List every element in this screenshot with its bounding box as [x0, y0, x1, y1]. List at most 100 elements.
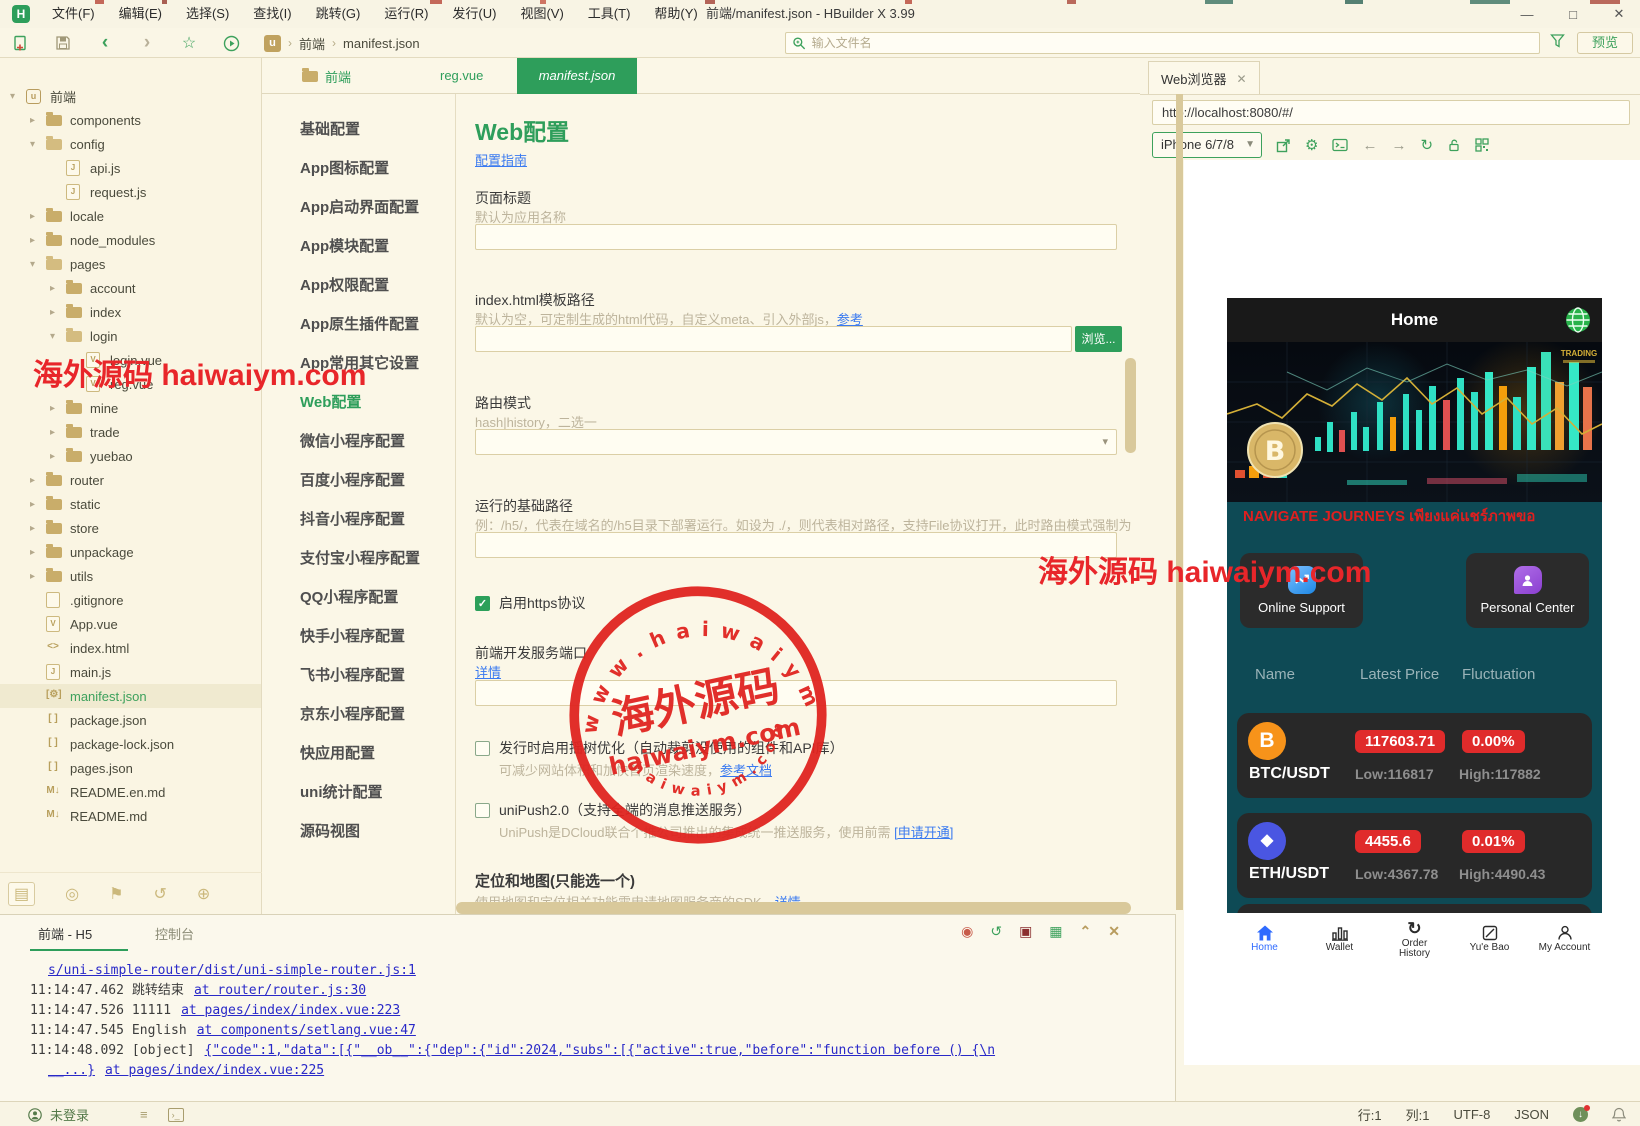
back-icon[interactable]: ‹	[96, 34, 114, 52]
debug-icon[interactable]: ◉	[961, 923, 973, 940]
banner-image[interactable]: B TRADING	[1227, 342, 1602, 502]
chevron-right-icon[interactable]: ▸	[50, 283, 66, 294]
chevron-down-icon[interactable]: ▾	[10, 91, 26, 102]
nav-app-modules[interactable]: App模块配置	[262, 227, 455, 266]
tree-item-folder[interactable]: ▸utils	[0, 564, 261, 588]
clear-icon[interactable]: ✕	[1108, 923, 1120, 940]
console-icon[interactable]	[1332, 138, 1348, 152]
chevron-right-icon[interactable]: ▸	[30, 571, 46, 582]
encoding[interactable]: UTF-8	[1453, 1107, 1490, 1122]
tree-item-folder[interactable]: ▸static	[0, 492, 261, 516]
files-icon[interactable]: ▤	[8, 882, 35, 906]
tree-item-folder[interactable]: ▸router	[0, 468, 261, 492]
tree-item-folder[interactable]: ▸node_modules	[0, 228, 261, 252]
editor-vertical-scrollbar[interactable]	[1125, 358, 1136, 453]
nav-feishu-mp[interactable]: 飞书小程序配置	[262, 656, 455, 695]
nav-base-config[interactable]: 基础配置	[262, 110, 455, 149]
source-link[interactable]: at router/router.js:30	[194, 983, 366, 998]
search-input[interactable]	[812, 36, 1533, 50]
tab-home[interactable]: Home	[1227, 913, 1302, 965]
menu-publish[interactable]: 发行(U)	[440, 0, 508, 28]
tab-reg-vue[interactable]: reg.vue	[440, 58, 483, 94]
announcement-marquee[interactable]: NAVIGATE JOURNEYS เพียงแค่แชร์ภาพขอ	[1227, 502, 1602, 532]
tree-item-folder[interactable]: ▸locale	[0, 204, 261, 228]
chevron-right-icon[interactable]: ▸	[50, 451, 66, 462]
nav-baidu-mp[interactable]: 百度小程序配置	[262, 461, 455, 500]
tree-item-folder[interactable]: ▸unpackage	[0, 540, 261, 564]
tab-manifest-json-active[interactable]: manifest.json	[517, 58, 637, 94]
source-link[interactable]: s/uni-simple-router/dist/uni-simple-rout…	[48, 963, 416, 978]
nav-app-splash[interactable]: App启动界面配置	[262, 188, 455, 227]
breadcrumb-project[interactable]: 前端	[299, 34, 325, 53]
tree-item-file[interactable]: .gitignore	[0, 588, 261, 612]
outline-list-icon[interactable]: ≡	[140, 1107, 148, 1122]
chevron-right-icon[interactable]: ▸	[30, 523, 46, 534]
tab-project[interactable]: 前端	[302, 58, 351, 94]
router-mode-select[interactable]: ▾	[475, 429, 1117, 455]
close-button[interactable]: ✕	[1608, 6, 1630, 22]
source-link[interactable]: at components/setlang.vue:47	[197, 1023, 416, 1038]
apply-open-link[interactable]: [申请开通]	[894, 825, 953, 840]
bookmark-star-icon[interactable]: ☆	[180, 34, 198, 52]
tab-h5-console[interactable]: 前端 - H5	[38, 924, 92, 943]
tree-item-folder[interactable]: ▸mine	[0, 396, 261, 420]
nav-source-view[interactable]: 源码视图	[262, 812, 455, 851]
preview-button[interactable]: 预览	[1577, 32, 1633, 54]
pane-splitter[interactable]	[1176, 94, 1183, 910]
menu-tools[interactable]: 工具(T)	[576, 0, 643, 28]
tree-item-file[interactable]: [ ]package-lock.json	[0, 732, 261, 756]
nav-alipay-mp[interactable]: 支付宝小程序配置	[262, 539, 455, 578]
config-guide-link[interactable]: 配置指南	[475, 150, 527, 169]
tab-console[interactable]: 控制台	[155, 924, 194, 943]
editor-horizontal-scrollbar[interactable]	[456, 902, 1131, 914]
details-link[interactable]: 详情	[475, 662, 501, 681]
collapse-icon[interactable]: ⌃	[1080, 923, 1092, 940]
chevron-right-icon[interactable]: ▸	[30, 547, 46, 558]
chevron-down-icon[interactable]: ▾	[30, 259, 46, 270]
save-icon[interactable]	[54, 34, 72, 52]
menu-file[interactable]: 文件(F)	[40, 0, 107, 28]
back-arrow-icon[interactable]: ←	[1362, 137, 1377, 154]
tab-order-history[interactable]: ↻ Order History	[1377, 913, 1452, 965]
checkbox-unchecked-icon[interactable]	[475, 741, 490, 756]
tree-item-manifest-selected[interactable]: [⚙]manifest.json	[0, 684, 261, 708]
menu-goto[interactable]: 跳转(G)	[304, 0, 373, 28]
chevron-down-icon[interactable]: ▾	[50, 331, 66, 342]
terminal-icon[interactable]: ›_	[168, 1108, 184, 1122]
run-icon[interactable]	[222, 34, 240, 52]
nav-uni-statistics[interactable]: uni统计配置	[262, 773, 455, 812]
tree-item-file[interactable]: [ ]package.json	[0, 708, 261, 732]
nav-douyin-mp[interactable]: 抖音小程序配置	[262, 500, 455, 539]
tree-item-folder[interactable]: ▾pages	[0, 252, 261, 276]
tree-item-folder[interactable]: ▸store	[0, 516, 261, 540]
nav-weixin-mp[interactable]: 微信小程序配置	[262, 422, 455, 461]
nav-app-permissions[interactable]: App权限配置	[262, 266, 455, 305]
close-icon[interactable]: ✕	[1237, 72, 1247, 86]
nav-app-native-plugins[interactable]: App原生插件配置	[262, 305, 455, 344]
forward-icon[interactable]: ›	[138, 34, 156, 52]
minimize-button[interactable]: —	[1516, 7, 1538, 22]
stop-icon[interactable]: ▣	[1019, 923, 1032, 940]
menu-select[interactable]: 选择(S)	[174, 0, 241, 28]
update-icon[interactable]: ↓	[1573, 1107, 1588, 1122]
nav-jd-mp[interactable]: 京东小程序配置	[262, 695, 455, 734]
source-link[interactable]: at pages/index/index.vue:223	[181, 1003, 400, 1018]
filter-funnel-icon[interactable]	[1550, 34, 1565, 53]
market-row-btc[interactable]: B BTC/USDT 117603.71 Low:116817 0.00% Hi…	[1237, 713, 1592, 798]
base-path-input[interactable]	[475, 532, 1117, 558]
chevron-right-icon[interactable]: ▸	[30, 211, 46, 222]
export-image-icon[interactable]: ▦	[1049, 923, 1062, 940]
checkbox-checked-icon[interactable]: ✓	[475, 596, 490, 611]
source-link[interactable]: __...}	[48, 1063, 95, 1078]
new-file-icon[interactable]	[12, 34, 30, 52]
browse-button[interactable]: 浏览...	[1075, 326, 1122, 352]
chevron-right-icon[interactable]: ▸	[50, 403, 66, 414]
chevron-right-icon[interactable]: ▸	[50, 427, 66, 438]
chevron-right-icon[interactable]: ▸	[30, 115, 46, 126]
personal-center-button[interactable]: Personal Center	[1466, 553, 1589, 628]
nav-kuaishou-mp[interactable]: 快手小程序配置	[262, 617, 455, 656]
tree-item-file[interactable]: M↓README.en.md	[0, 780, 261, 804]
source-link[interactable]: at pages/index/index.vue:225	[105, 1063, 324, 1078]
file-search-box[interactable]	[785, 32, 1540, 54]
menu-edit[interactable]: 编辑(E)	[107, 0, 174, 28]
